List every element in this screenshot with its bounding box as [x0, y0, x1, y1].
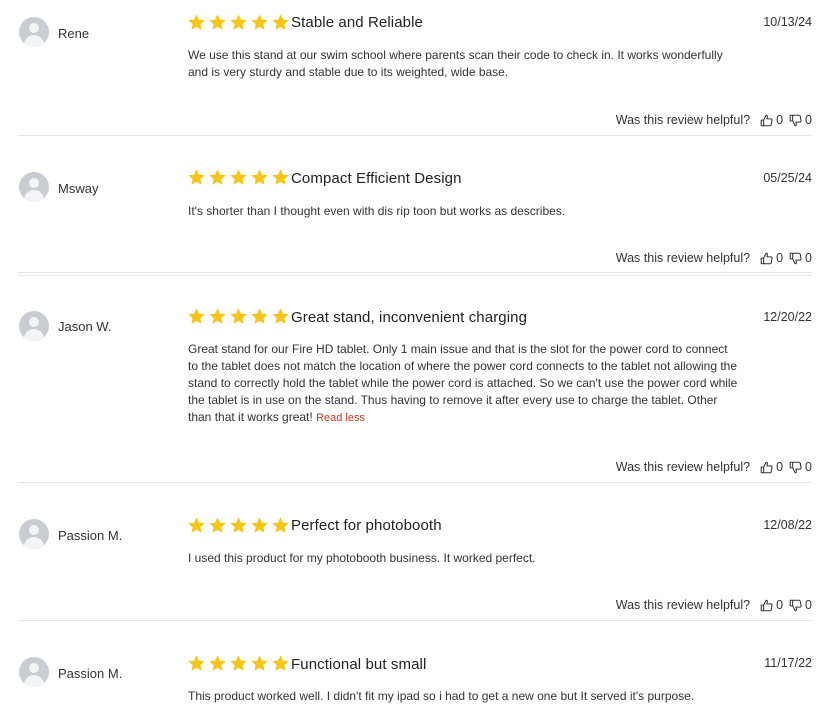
star-rating	[187, 307, 290, 326]
review-author: Jason W.	[58, 319, 112, 334]
helpful-bar: Was this review helpful? 0 0	[616, 251, 812, 265]
avatar	[19, 17, 49, 47]
helpful-question: Was this review helpful?	[615, 460, 751, 474]
thumbs-up-icon	[760, 599, 773, 611]
review-body: We use this stand at our swim school whe…	[188, 48, 723, 79]
thumbs-up-icon	[760, 461, 773, 473]
thumbs-up-icon	[760, 252, 773, 264]
review-title: Great stand, inconvenient charging	[291, 309, 528, 326]
star-icon	[188, 308, 205, 324]
review-title: Functional but small	[291, 656, 427, 673]
review-title: Compact Efficient Design	[291, 170, 462, 187]
star-rating	[187, 13, 290, 32]
review-title: Perfect for photobooth	[291, 517, 442, 534]
thumbs-up-button[interactable]: 0	[760, 113, 789, 127]
star-icon	[188, 655, 205, 671]
divider	[18, 275, 812, 276]
star-icon	[272, 308, 289, 324]
star-icon	[230, 655, 247, 671]
star-icon	[209, 14, 226, 30]
thumbs-down-icon	[789, 114, 802, 126]
thumbs-down-button[interactable]: 0	[789, 460, 812, 474]
review-body: Great stand for our Fire HD tablet. Only…	[188, 341, 740, 427]
star-icon	[188, 14, 205, 30]
star-icon	[209, 655, 226, 671]
review-author: Rene	[58, 26, 90, 41]
helpful-bar: Was this review helpful? 0 0	[616, 113, 812, 127]
thumbs-up-count: 0	[776, 113, 784, 127]
star-icon	[251, 308, 268, 324]
helpful-question: Was this review helpful?	[615, 251, 751, 265]
review-date: 05/25/24	[763, 171, 812, 185]
star-icon	[272, 14, 289, 30]
star-icon	[209, 169, 226, 185]
divider	[18, 620, 812, 621]
thumbs-up-count: 0	[776, 598, 784, 612]
review-date: 12/08/22	[763, 518, 812, 532]
thumbs-up-button[interactable]: 0	[760, 598, 789, 612]
read-less-link[interactable]: Read less	[316, 412, 365, 424]
avatar	[19, 311, 49, 341]
divider	[18, 135, 812, 136]
thumbs-down-button[interactable]: 0	[789, 113, 812, 127]
star-icon	[188, 517, 205, 533]
review-title: Stable and Reliable	[291, 14, 423, 31]
star-icon	[209, 308, 226, 324]
review-body: This product worked well. I didn't fit m…	[188, 689, 695, 703]
review-date: 10/13/24	[763, 15, 812, 29]
review-body: It's shorter than I thought even with di…	[188, 204, 566, 218]
star-icon	[230, 169, 247, 185]
thumbs-down-icon	[789, 252, 802, 264]
thumbs-up-button[interactable]: 0	[760, 460, 789, 474]
star-rating	[187, 654, 290, 673]
thumbs-up-button[interactable]: 0	[760, 251, 789, 265]
star-icon	[272, 169, 289, 185]
star-rating	[187, 168, 290, 187]
helpful-question: Was this review helpful?	[615, 598, 751, 612]
helpful-bar: Was this review helpful? 0 0	[616, 598, 812, 612]
star-icon	[251, 169, 268, 185]
star-icon	[209, 517, 226, 533]
review-body-text: Great stand for our Fire HD tablet. Only…	[188, 342, 738, 424]
thumbs-down-icon	[789, 599, 802, 611]
divider	[18, 482, 812, 483]
thumbs-down-count: 0	[805, 598, 812, 612]
divider	[18, 272, 812, 273]
review-author: Passion M.	[58, 666, 123, 681]
thumbs-down-count: 0	[805, 460, 812, 474]
review-date: 11/17/22	[764, 656, 812, 670]
thumbs-up-count: 0	[776, 460, 784, 474]
helpful-bar: Was this review helpful? 0 0	[616, 460, 812, 474]
review-date: 12/20/22	[763, 310, 812, 324]
thumbs-down-count: 0	[805, 251, 812, 265]
star-icon	[251, 517, 268, 533]
thumbs-up-icon	[760, 114, 773, 126]
star-icon	[188, 169, 205, 185]
star-icon	[272, 517, 289, 533]
review-body: I used this product for my photobooth bu…	[188, 551, 536, 565]
review-author: Passion M.	[58, 528, 123, 543]
star-icon	[251, 14, 268, 30]
star-icon	[272, 655, 289, 671]
thumbs-down-count: 0	[805, 113, 812, 127]
thumbs-down-button[interactable]: 0	[789, 598, 812, 612]
thumbs-down-icon	[789, 461, 802, 473]
star-icon	[230, 308, 247, 324]
avatar	[19, 657, 49, 687]
avatar	[19, 519, 49, 549]
thumbs-up-count: 0	[776, 251, 784, 265]
helpful-question: Was this review helpful?	[615, 113, 751, 127]
star-icon	[230, 14, 247, 30]
star-icon	[251, 655, 268, 671]
star-rating	[187, 516, 290, 535]
thumbs-down-button[interactable]: 0	[789, 251, 812, 265]
avatar	[19, 172, 49, 202]
review-author: Msway	[58, 181, 99, 196]
star-icon	[230, 517, 247, 533]
